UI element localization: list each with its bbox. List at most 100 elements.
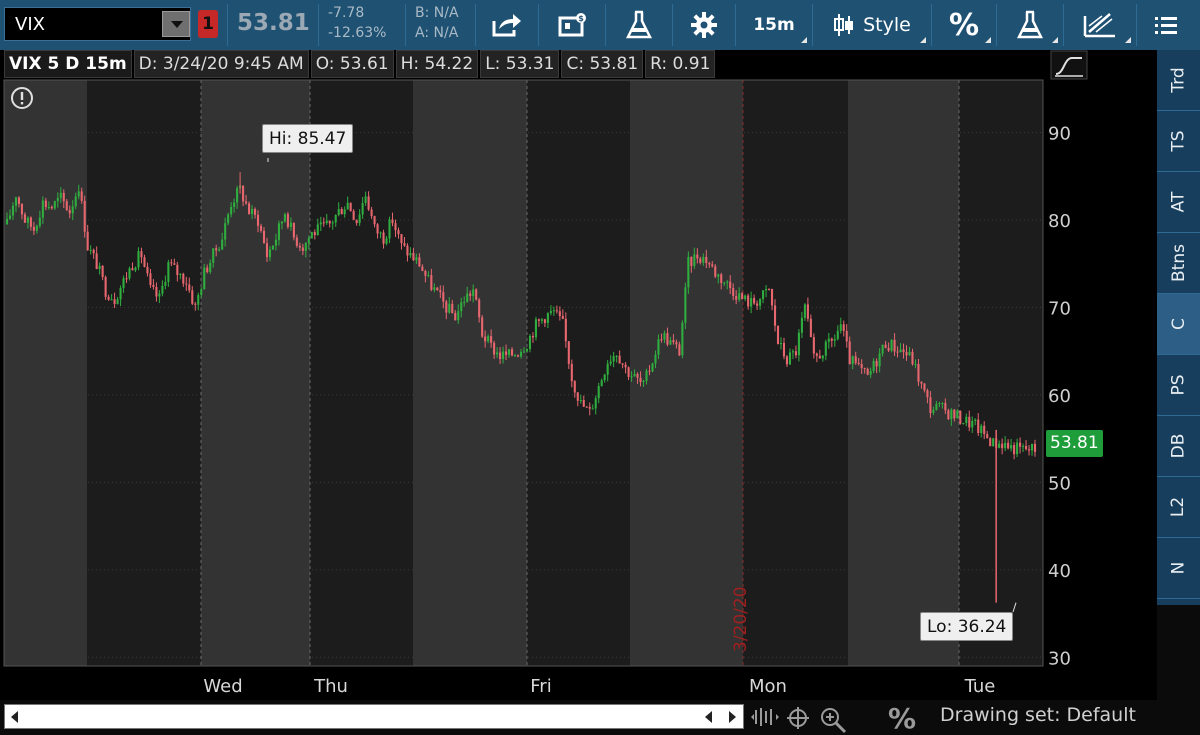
candle-up [41,200,44,218]
candle-down [421,266,424,271]
share-button[interactable] [478,4,536,46]
candle-down [902,349,905,353]
side-tab-trd[interactable]: Trd [1157,50,1200,111]
candle-down [349,202,352,212]
candle-down [776,325,780,345]
candle-down [62,192,65,202]
candle-down [101,265,104,278]
candle-down [418,257,421,267]
settings-button[interactable] [675,4,733,46]
candle-down [944,403,947,411]
candle-up [343,209,346,215]
scroll-right-icon[interactable] [729,711,736,723]
candle-up [821,355,824,359]
side-tab-btns[interactable]: Btns [1157,233,1200,294]
candle-down [298,245,301,248]
scroll-back-icon[interactable] [705,711,712,723]
candle-up [851,356,854,365]
chart-mode-icon[interactable] [1050,50,1088,80]
candle-down [636,373,639,378]
candle-down [968,416,971,428]
candle-down [412,252,415,261]
interval-selector[interactable]: 15m [738,4,810,46]
candle-up [591,408,594,410]
candle-down [675,342,678,345]
toolbar-divider [538,4,539,46]
candle-up [35,225,38,231]
crosshair-icon[interactable] [786,706,810,730]
candle-up [932,410,935,413]
toolbar-divider [318,4,319,46]
candle-up [528,336,532,350]
candle-down [582,399,585,407]
symbol-selector[interactable]: VIX [4,7,191,41]
side-tab-db[interactable]: DB [1157,416,1200,477]
candle-up [331,222,334,224]
candle-up [307,238,310,243]
symbol-dropdown-button[interactable] [162,11,190,37]
candle-down [711,264,714,267]
candle-down [439,290,442,293]
y-tick-label: 40 [1048,561,1071,582]
candle-down [561,315,564,319]
drawing-set-selector[interactable]: Drawing set: Default [940,704,1136,726]
candle-down [705,256,708,264]
scroll-left-icon[interactable] [11,711,18,723]
side-tab-ts[interactable]: TS [1157,111,1200,172]
toolbar-divider [475,4,476,46]
scrollbar-thumb[interactable] [25,708,695,725]
candle-down [714,266,717,277]
candle-down [666,333,669,345]
studies-button[interactable] [608,4,670,46]
zoom-icon[interactable] [818,706,848,734]
date-marker-label: 3/20/20 [731,586,751,652]
candlestick-chart[interactable]: 30 40 50 60 70 80 90 Wed Thu Fri Mon Tue 3/20/20 [0,50,1157,700]
candle-up [179,273,182,275]
market-watch-button[interactable]: $ [541,4,603,46]
bottom-bar: % Drawing set: Default [0,700,1157,735]
link-group-badge[interactable]: 1 [198,10,218,38]
candle-up [277,223,280,240]
candle-down [672,340,675,343]
candle-down [947,410,950,420]
candle-down [86,231,89,251]
side-tab-n[interactable]: N [1157,538,1200,599]
horizontal-scrollbar[interactable] [4,704,744,729]
candlestick-icon [834,14,854,36]
style-menu-button[interactable]: Style [815,4,929,46]
candle-down [478,299,481,318]
side-tab-label: L2 [1168,496,1189,518]
candle-up [950,409,953,420]
candle-down [143,257,146,267]
zoom-width-icon[interactable] [750,706,780,728]
session-band [87,80,201,666]
side-tab-label: AT [1168,191,1189,213]
side-tab-at[interactable]: AT [1157,172,1200,233]
alert-icon[interactable] [10,86,34,110]
candle-up [251,208,254,214]
share-icon [492,14,521,37]
side-tab-ps[interactable]: PS [1157,355,1200,416]
candle-up [346,202,349,210]
percent-view-button[interactable]: % [934,4,994,46]
side-tab-c[interactable]: C [1157,294,1200,355]
x-day-label: Wed [203,676,242,697]
session-band [743,80,848,666]
candle-up [379,232,382,234]
candle-down [747,295,750,307]
price-chart[interactable]: 30 40 50 60 70 80 90 Wed Thu Fri Mon Tue 3/20/20 [0,50,1157,700]
drawings-menu-button[interactable] [1066,4,1134,46]
svg-text:$: $ [578,14,584,23]
percent-icon[interactable]: % [888,702,916,735]
candle-down [809,318,812,338]
studies-menu-button[interactable] [999,4,1061,46]
candle-down [767,288,771,290]
side-tab-label: TS [1168,130,1189,152]
candle-up [992,438,995,447]
dropdown-corner-icon [1125,37,1131,43]
menu-button[interactable] [1140,4,1192,46]
side-tab-l2[interactable]: L2 [1157,477,1200,538]
candle-down [131,268,134,271]
y-tick-label: 60 [1048,386,1071,407]
candle-up [791,351,794,353]
